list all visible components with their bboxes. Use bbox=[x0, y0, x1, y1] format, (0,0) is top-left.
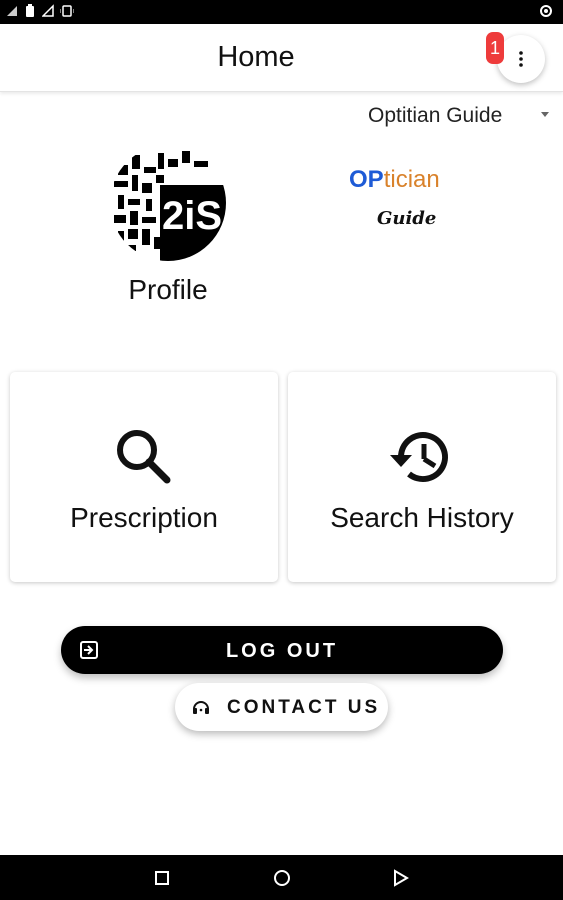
home-icon[interactable] bbox=[270, 866, 294, 890]
battery-saver-icon bbox=[26, 4, 34, 17]
profile-label[interactable]: Profile bbox=[90, 274, 246, 306]
logout-label: LOG OUT bbox=[225, 640, 339, 662]
headset-icon bbox=[193, 701, 209, 714]
status-bar bbox=[0, 0, 563, 24]
page-title: Home bbox=[217, 41, 295, 73]
prescription-card[interactable]: Prescription bbox=[10, 372, 278, 582]
notification-badge: 1 bbox=[486, 32, 504, 64]
dropdown-selected-value: Optitian Guide bbox=[368, 104, 503, 127]
status-right bbox=[539, 4, 553, 23]
recent-apps-icon[interactable] bbox=[150, 866, 174, 890]
app-bar: Home bbox=[0, 24, 563, 92]
notification-icon bbox=[540, 5, 552, 17]
logo-wordmark: OPtician bbox=[349, 166, 440, 193]
search-history-card[interactable]: Search History bbox=[288, 372, 556, 582]
system-nav-bar bbox=[0, 855, 563, 900]
search-history-label: Search History bbox=[330, 502, 514, 533]
no-signal-icon bbox=[42, 4, 54, 17]
profile-avatar[interactable]: 2iS bbox=[110, 145, 226, 261]
optician-guide-logo: OPtician Guide bbox=[343, 160, 453, 240]
history-icon bbox=[390, 432, 448, 483]
status-icons bbox=[6, 4, 74, 18]
vibrate-icon bbox=[60, 5, 74, 17]
signal-icon bbox=[7, 6, 17, 16]
contact-us-label: CONTACT US bbox=[227, 697, 381, 718]
more-vert-icon bbox=[519, 51, 523, 67]
avatar-text: 2iS bbox=[162, 194, 222, 238]
dropdown-arrow-icon bbox=[541, 112, 549, 117]
guide-dropdown[interactable]: Optitian Guide bbox=[368, 100, 558, 132]
logo-guide-text: Guide bbox=[377, 208, 437, 229]
qr-logo-icon: 2iS bbox=[110, 145, 226, 261]
logout-button[interactable]: LOG OUT bbox=[61, 626, 503, 674]
contact-us-button[interactable]: CONTACT US bbox=[175, 683, 388, 731]
back-icon[interactable] bbox=[389, 866, 413, 890]
overflow-menu-button[interactable] bbox=[497, 35, 545, 83]
search-icon bbox=[117, 430, 171, 484]
prescription-label: Prescription bbox=[70, 502, 218, 533]
